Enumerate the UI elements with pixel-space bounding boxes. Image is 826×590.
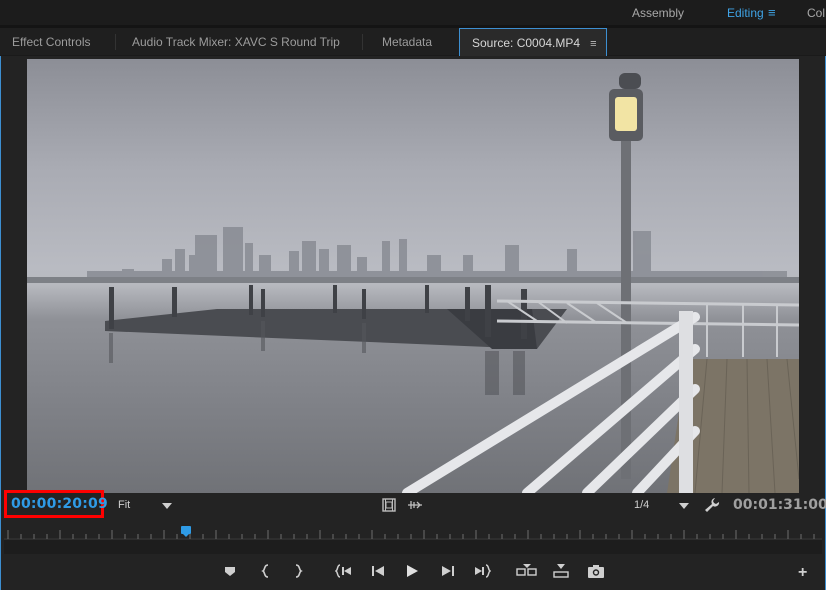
workspace-color[interactable]: Col: [807, 6, 825, 20]
tab-source[interactable]: Source: C0004.MP4 ≡: [459, 28, 607, 57]
tab-label: Effect Controls: [12, 35, 91, 49]
duration-timecode: 00:01:31:00: [733, 497, 826, 513]
zoom-level-select[interactable]: Fit: [112, 497, 177, 515]
go-to-out-icon[interactable]: [473, 563, 491, 579]
tab-label: Source: C0004.MP4: [472, 36, 581, 50]
tab-divider: [362, 34, 363, 50]
tab-audio-track-mixer[interactable]: Audio Track Mixer: XAVC S Round Trip: [120, 28, 340, 56]
mark-in-icon[interactable]: [259, 563, 273, 579]
zoom-level-value: Fit: [118, 499, 131, 511]
export-frame-icon[interactable]: [587, 563, 605, 579]
step-forward-icon[interactable]: [440, 563, 456, 579]
video-frame[interactable]: [27, 59, 799, 493]
tab-label: Metadata: [382, 35, 433, 49]
chevron-down-icon: [679, 503, 689, 509]
workspace-editing[interactable]: Editing: [727, 6, 764, 20]
plus-icon[interactable]: +: [798, 564, 807, 582]
resolution-value: 1/4: [634, 499, 650, 511]
add-marker-icon[interactable]: [223, 563, 237, 579]
insert-icon[interactable]: [516, 563, 538, 579]
workspace-bar: Assembly Editing ≡ Col: [0, 0, 826, 25]
tab-metadata[interactable]: Metadata: [370, 28, 432, 56]
playhead[interactable]: [181, 526, 192, 537]
time-ruler[interactable]: [4, 526, 822, 540]
tab-label: Audio Track Mixer: XAVC S Round Trip: [132, 35, 340, 49]
chevron-down-icon: [162, 503, 172, 509]
workspace-assembly[interactable]: Assembly: [632, 6, 684, 20]
step-back-icon[interactable]: [370, 563, 386, 579]
playback-resolution-select[interactable]: 1/4: [628, 497, 692, 515]
mark-out-icon[interactable]: [291, 563, 305, 579]
film-icon[interactable]: [382, 498, 396, 512]
tab-divider: [115, 34, 116, 50]
wrench-icon[interactable]: [704, 497, 720, 513]
waveform-icon[interactable]: [407, 498, 423, 512]
current-timecode[interactable]: 00:00:20:09: [11, 496, 108, 512]
tab-menu-icon[interactable]: ≡: [590, 30, 596, 58]
zoom-scrollbar[interactable]: [4, 540, 822, 554]
tab-effect-controls[interactable]: Effect Controls: [0, 28, 90, 56]
go-to-in-icon[interactable]: [335, 563, 353, 579]
play-icon[interactable]: [404, 563, 420, 579]
video-image: [27, 73, 799, 493]
overwrite-icon[interactable]: [552, 563, 570, 579]
hamburger-icon[interactable]: ≡: [768, 5, 776, 20]
panel-tab-row: Effect Controls Audio Track Mixer: XAVC …: [0, 28, 826, 57]
